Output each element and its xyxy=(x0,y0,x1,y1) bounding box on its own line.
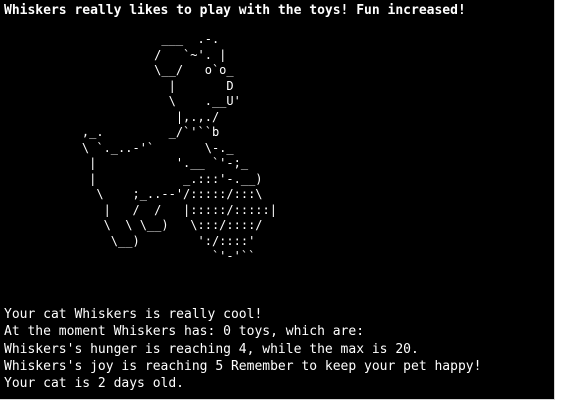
status-line-cool: Your cat Whiskers is really cool! xyxy=(4,307,263,322)
terminal-window[interactable]: Whiskers really likes to play with the t… xyxy=(0,0,555,400)
right-margin xyxy=(555,0,561,406)
bottom-margin xyxy=(0,400,561,406)
status-line-hunger: Whiskers's hunger is reaching 4, while t… xyxy=(4,342,419,357)
status-line-joy: Whiskers's joy is reaching 5 Remember to… xyxy=(4,359,482,374)
cat-ascii-art: ___ .-. / `~'. | \__/ o`o_ | D \ .__U' |… xyxy=(81,32,277,263)
status-line-age: Your cat is 2 days old. xyxy=(4,376,185,391)
status-line-toys: At the moment Whiskers has: 0 toys, whic… xyxy=(4,324,365,339)
game-message: Whiskers really likes to play with the t… xyxy=(4,3,466,18)
